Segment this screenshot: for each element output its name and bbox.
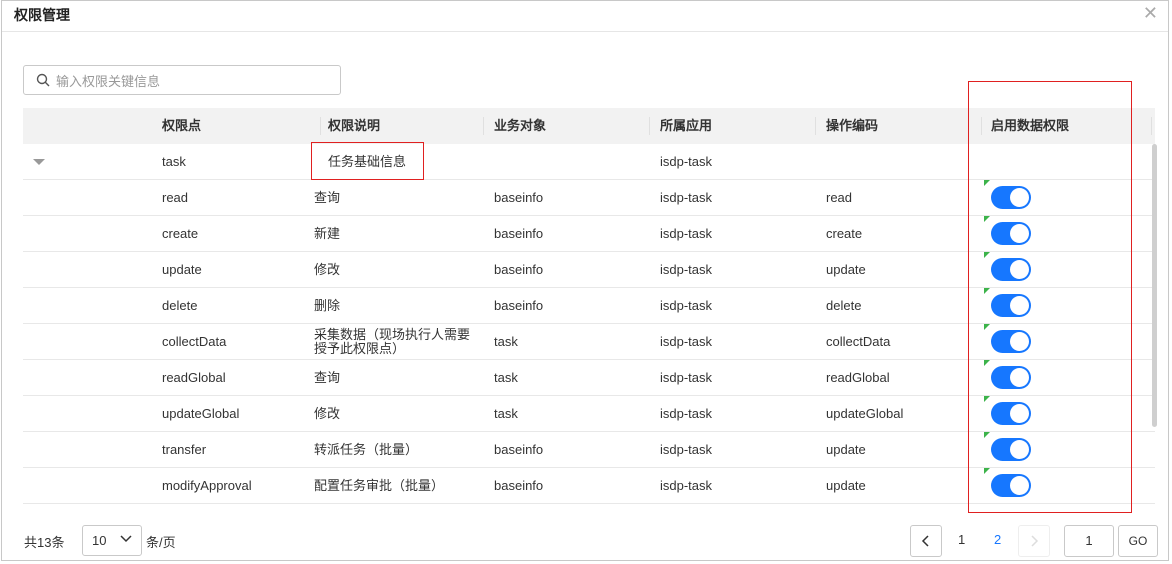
cell-permission-desc: 修改 — [314, 262, 341, 277]
cell-operation-code: create — [826, 226, 863, 241]
cell-application: isdp-task — [660, 226, 713, 241]
cell-permission-desc: 修改 — [314, 406, 341, 421]
collapse-caret-icon[interactable] — [33, 159, 45, 165]
close-icon[interactable]: ✕ — [1143, 3, 1158, 23]
cell-business-object: task — [494, 334, 518, 349]
chevron-right-icon — [1031, 535, 1039, 547]
cell-permission-desc: 查询 — [314, 370, 341, 385]
cell-operation-code: read — [826, 190, 853, 205]
title-divider — [2, 31, 1168, 32]
header-permission-point: 权限点 — [162, 118, 202, 133]
cell-application: isdp-task — [660, 478, 713, 493]
header-separator — [320, 117, 321, 135]
cell-operation-code: update — [826, 262, 866, 277]
cell-permission-point: update — [162, 262, 202, 277]
cell-application: isdp-task — [660, 190, 713, 205]
total-count: 共13条 — [24, 535, 65, 550]
cell-application: isdp-task — [660, 298, 713, 313]
cell-operation-code: readGlobal — [826, 370, 890, 385]
cell-application: isdp-task — [660, 262, 713, 277]
cell-permission-desc: 配置任务审批（批量） — [314, 478, 445, 493]
cell-business-object: task — [494, 370, 518, 385]
cell-permission-point: read — [162, 190, 189, 205]
cell-business-object: task — [494, 406, 518, 421]
cell-business-object: baseinfo — [494, 262, 544, 277]
cell-operation-code: update — [826, 478, 866, 493]
cell-application: isdp-task — [660, 334, 713, 349]
cell-business-object: baseinfo — [494, 226, 544, 241]
header-separator — [1151, 117, 1152, 135]
search-icon — [36, 73, 50, 87]
header-application: 所属应用 — [660, 118, 713, 133]
prev-page-button[interactable] — [910, 525, 942, 557]
header-separator — [815, 117, 816, 135]
page-size-select[interactable]: 10 — [82, 525, 142, 556]
cell-business-object: baseinfo — [494, 442, 544, 457]
next-page-button[interactable] — [1018, 525, 1050, 557]
header-operation-code: 操作编码 — [826, 118, 879, 133]
cell-permission-point: readGlobal — [162, 370, 226, 385]
cell-operation-code: update — [826, 442, 866, 457]
cell-operation-code: updateGlobal — [826, 406, 904, 421]
cell-permission-point: updateGlobal — [162, 406, 240, 421]
header-business-object: 业务对象 — [494, 118, 547, 133]
cell-permission-point: collectData — [162, 334, 227, 349]
header-separator — [649, 117, 650, 135]
page-number-2[interactable]: 2 — [994, 532, 1001, 547]
cell-permission-point: modifyApproval — [162, 478, 252, 493]
header-permission-desc: 权限说明 — [328, 118, 381, 133]
cell-permission-desc: 删除 — [314, 298, 341, 313]
cell-business-object: baseinfo — [494, 478, 544, 493]
cell-permission-point: delete — [162, 298, 198, 313]
cell-business-object: baseinfo — [494, 190, 544, 205]
cell-operation-code: collectData — [826, 334, 891, 349]
cell-permission-desc: 采集数据（现场执行人需要授予此权限点） — [314, 327, 471, 356]
table-scrollbar[interactable] — [1152, 144, 1157, 427]
cell-operation-code: delete — [826, 298, 862, 313]
search-box[interactable] — [23, 65, 341, 95]
go-button[interactable]: GO — [1118, 525, 1158, 557]
page-size-value: 10 — [92, 533, 107, 548]
cell-business-object: baseinfo — [494, 298, 544, 313]
permission-dialog: 权限管理 ✕ 权限点 权限说明 业务对象 所属应用 操作编码 启用数据权限 ta… — [1, 0, 1169, 561]
header-separator — [483, 117, 484, 135]
cell-permission-point: create — [162, 226, 199, 241]
chevron-down-icon — [120, 535, 132, 543]
dialog-title: 权限管理 — [14, 7, 70, 23]
cell-application: isdp-task — [660, 442, 713, 457]
cell-application: isdp-task — [660, 370, 713, 385]
highlight-box-desc — [311, 142, 424, 180]
page-number-1[interactable]: 1 — [958, 532, 965, 547]
cell-permission-desc: 新建 — [314, 226, 341, 241]
cell-permission-desc: 转派任务（批量） — [314, 442, 419, 457]
group-name: task — [162, 154, 186, 169]
page-jump-input[interactable]: 1 — [1064, 525, 1114, 557]
highlight-box-toggle-column — [968, 81, 1132, 513]
chevron-left-icon — [921, 535, 929, 547]
group-app: isdp-task — [660, 154, 713, 169]
search-input[interactable] — [54, 70, 328, 92]
cell-permission-point: transfer — [162, 442, 207, 457]
per-page-label: 条/页 — [146, 535, 176, 550]
cell-permission-desc: 查询 — [314, 190, 341, 205]
cell-application: isdp-task — [660, 406, 713, 421]
